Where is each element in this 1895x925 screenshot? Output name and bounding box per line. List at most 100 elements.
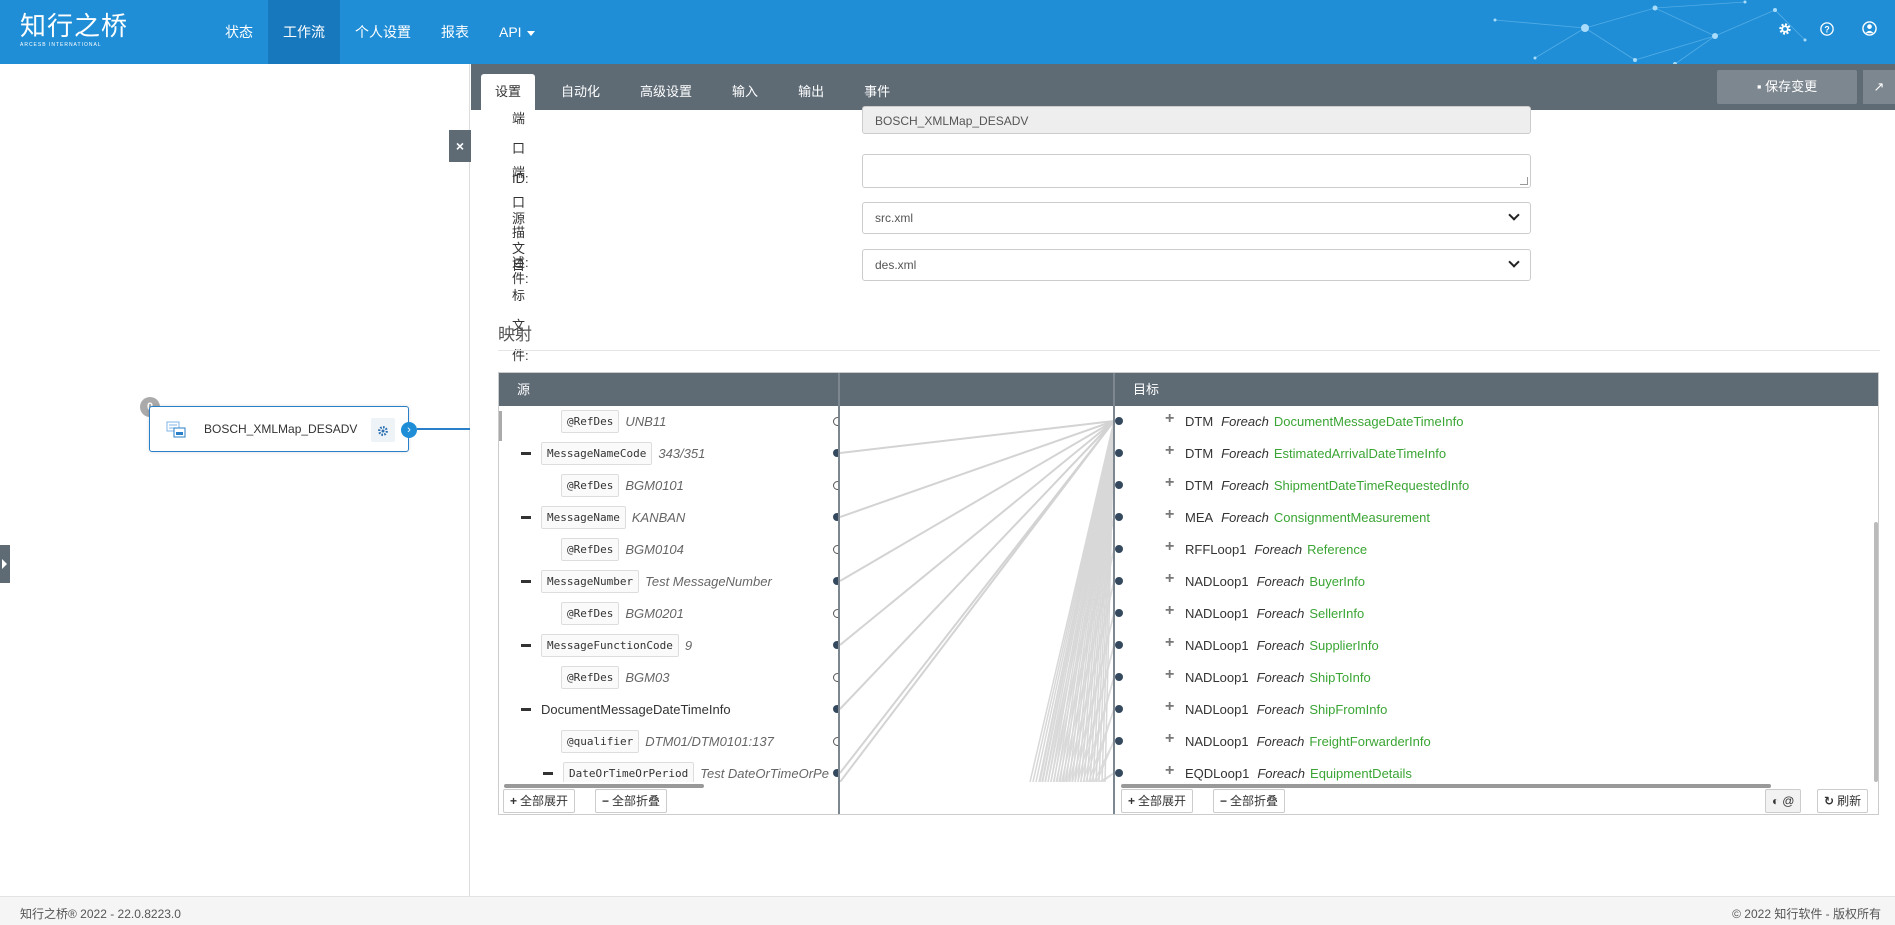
vertical-scrollbar[interactable]	[1874, 522, 1878, 782]
source-tree-row[interactable]: DocumentMessageDateTimeInfo	[521, 696, 731, 722]
workflow-node[interactable]: BOSCH_XMLMap_DESADV ›	[149, 406, 417, 452]
target-tree-row[interactable]: NADLoop1 Foreach ShipFromInfo	[1185, 696, 1387, 722]
target-collapse-all-button[interactable]: − 全部折叠	[1213, 789, 1286, 813]
source-tree-row[interactable]: @RefDes BGM03	[561, 664, 669, 690]
target-node-link[interactable]: ShipFromInfo	[1309, 702, 1387, 717]
expand-icon[interactable]: +	[1165, 474, 1174, 492]
src-file-select[interactable]: src.xml	[862, 202, 1531, 234]
expand-icon[interactable]: +	[1165, 762, 1174, 780]
target-node-link[interactable]: EstimatedArrivalDateTimeInfo	[1274, 446, 1446, 461]
expand-icon[interactable]: +	[1165, 634, 1174, 652]
target-expand-all-button[interactable]: + 全部展开	[1121, 789, 1194, 813]
source-tree-row[interactable]: @qualifier DTM01/DTM0101:137	[561, 728, 774, 754]
expand-icon[interactable]: +	[1165, 538, 1174, 556]
source-tree-row[interactable]: MessageName KANBAN	[521, 504, 685, 530]
target-node-link[interactable]: DocumentMessageDateTimeInfo	[1274, 414, 1464, 429]
tab-input[interactable]: 输入	[718, 74, 772, 110]
target-horizontal-scrollbar[interactable]	[1121, 784, 1771, 788]
source-tree-row[interactable]: MessageNumber Test MessageNumber	[521, 568, 772, 594]
target-tree-row[interactable]: MEA Foreach ConsignmentMeasurement	[1185, 504, 1430, 530]
port-desc-textarea[interactable]	[862, 154, 1531, 188]
target-connector-dot[interactable]	[1115, 705, 1123, 713]
target-connector-dot[interactable]	[1115, 737, 1123, 745]
target-tree-row[interactable]: DTM Foreach DocumentMessageDateTimeInfo	[1185, 408, 1463, 434]
target-connector-dot[interactable]	[1115, 673, 1123, 681]
source-tree[interactable]: @RefDes UNB11 MessageNameCode 343/351 @RefDe…	[499, 406, 839, 782]
target-connector-dot[interactable]	[1115, 481, 1123, 489]
target-node-link[interactable]: ShipmentDateTimeRequestedInfo	[1274, 478, 1469, 493]
column-divider[interactable]	[1113, 373, 1115, 814]
workflow-canvas[interactable]	[0, 64, 470, 896]
target-tree-row[interactable]: NADLoop1 Foreach FreightForwarderInfo	[1185, 728, 1431, 754]
source-tree-row[interactable]: @RefDes BGM0101	[561, 472, 684, 498]
target-tree-row[interactable]: NADLoop1 Foreach SupplierInfo	[1185, 632, 1379, 658]
target-tree-row[interactable]: NADLoop1 Foreach SellerInfo	[1185, 600, 1364, 626]
source-tree-row[interactable]: MessageFunctionCode 9	[521, 632, 692, 658]
source-tree-row[interactable]: @RefDes BGM0104	[561, 536, 684, 562]
expand-icon[interactable]: +	[1165, 506, 1174, 524]
user-icon[interactable]	[1857, 20, 1881, 44]
collapse-icon[interactable]	[521, 515, 531, 519]
expand-icon[interactable]: +	[1165, 410, 1174, 428]
expand-icon[interactable]: +	[1165, 570, 1174, 588]
brand-logo[interactable]: 知行之桥 ARCESB INTERNATIONAL	[20, 12, 128, 48]
target-connector-dot[interactable]	[1115, 641, 1123, 649]
target-node-link[interactable]: Reference	[1307, 542, 1367, 557]
nav-workflow[interactable]: 工作流	[268, 0, 340, 64]
target-tree[interactable]: + DTM Foreach DocumentMessageDateTimeInfo + D…	[1115, 406, 1878, 782]
target-tree-row[interactable]: RFFLoop1 Foreach Reference	[1185, 536, 1367, 562]
resize-grip-icon[interactable]	[1520, 177, 1528, 185]
source-tree-row[interactable]: DateOrTimeOrPeriod Test DateOrTimeOrPe	[543, 760, 829, 782]
target-connector-dot[interactable]	[1115, 513, 1123, 521]
source-horizontal-scrollbar[interactable]	[504, 784, 704, 788]
expand-sidebar-icon[interactable]	[0, 545, 10, 583]
target-tree-row[interactable]: DTM Foreach EstimatedArrivalDateTimeInfo	[1185, 440, 1446, 466]
target-node-link[interactable]: FreightForwarderInfo	[1309, 734, 1430, 749]
collapse-icon[interactable]	[543, 771, 553, 775]
collapse-icon[interactable]	[521, 707, 531, 711]
target-tree-row[interactable]: NADLoop1 Foreach BuyerInfo	[1185, 568, 1365, 594]
tab-advanced[interactable]: 高级设置	[626, 74, 706, 110]
expand-icon[interactable]: +	[1165, 730, 1174, 748]
expand-icon[interactable]: +	[1165, 602, 1174, 620]
target-connector-dot[interactable]	[1115, 417, 1123, 425]
nav-api[interactable]: API	[484, 0, 550, 64]
source-collapse-all-button[interactable]: − 全部折叠	[595, 789, 668, 813]
source-tree-row[interactable]: MessageNameCode 343/351	[521, 440, 705, 466]
nav-reports[interactable]: 报表	[426, 0, 484, 64]
target-node-link[interactable]: ShipToInfo	[1309, 670, 1370, 685]
target-tree-row[interactable]: DTM Foreach ShipmentDateTimeRequestedInfo	[1185, 472, 1469, 498]
target-connector-dot[interactable]	[1115, 769, 1123, 777]
target-tree-row[interactable]: EQDLoop1 Foreach EquipmentDetails	[1185, 760, 1412, 782]
expand-icon[interactable]: +	[1165, 666, 1174, 684]
target-node-link[interactable]: EquipmentDetails	[1310, 766, 1412, 781]
target-node-link[interactable]: SellerInfo	[1309, 606, 1364, 621]
target-node-link[interactable]: ConsignmentMeasurement	[1274, 510, 1430, 525]
target-node-link[interactable]: BuyerInfo	[1309, 574, 1365, 589]
tab-automation[interactable]: 自动化	[547, 74, 614, 110]
expand-icon[interactable]: +	[1165, 698, 1174, 716]
external-link-icon[interactable]: ↗	[1863, 70, 1895, 104]
help-icon[interactable]: ?	[1815, 20, 1839, 44]
tab-output[interactable]: 输出	[784, 74, 838, 110]
tab-events[interactable]: 事件	[850, 74, 904, 110]
nav-status[interactable]: 状态	[210, 0, 268, 64]
node-output-connector-icon[interactable]: ›	[401, 422, 417, 438]
target-connector-dot[interactable]	[1115, 545, 1123, 553]
column-divider[interactable]	[838, 373, 840, 814]
target-node-link[interactable]: SupplierInfo	[1309, 638, 1378, 653]
collapse-icon[interactable]	[521, 579, 531, 583]
source-expand-all-button[interactable]: + 全部展开	[503, 789, 576, 813]
collapse-icon[interactable]	[521, 643, 531, 647]
gear-icon[interactable]	[1773, 20, 1797, 44]
source-tree-row[interactable]: @RefDes BGM0201	[561, 600, 684, 626]
nav-profile[interactable]: 个人设置	[340, 0, 426, 64]
refresh-button[interactable]: ↻ 刷新	[1817, 789, 1869, 813]
close-panel-button[interactable]: ×	[449, 130, 471, 162]
tgt-file-select[interactable]: des.xml	[862, 249, 1531, 281]
node-settings-icon[interactable]	[371, 418, 395, 442]
collapse-icon[interactable]	[521, 451, 531, 455]
source-tree-row[interactable]: @RefDes UNB11	[561, 408, 666, 434]
target-connector-dot[interactable]	[1115, 609, 1123, 617]
expand-icon[interactable]: +	[1165, 442, 1174, 460]
